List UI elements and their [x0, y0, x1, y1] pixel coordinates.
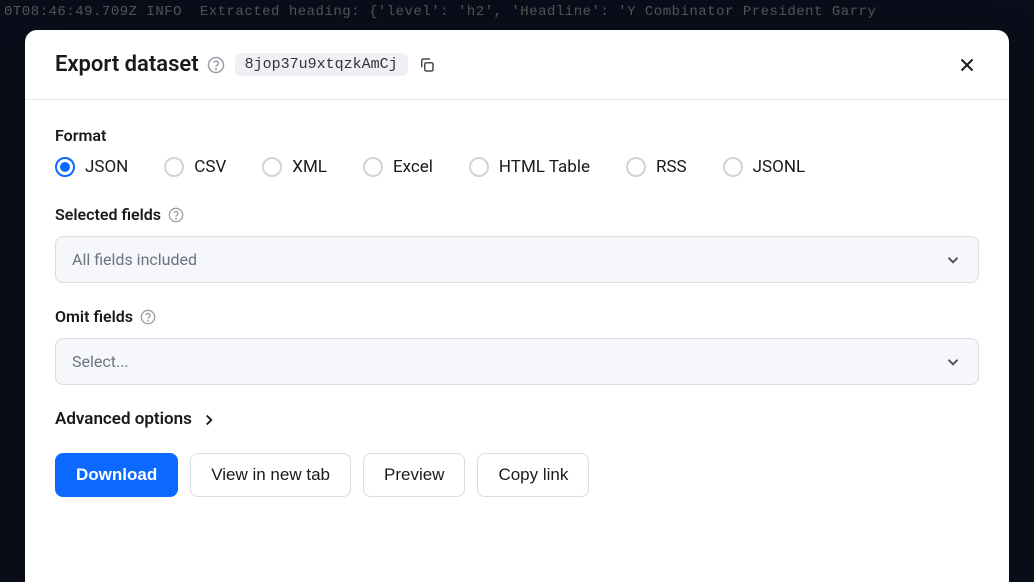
radio-circle-icon	[469, 157, 489, 177]
modal-header: Export dataset 8jop37u9xtqzkAmCj	[25, 30, 1009, 100]
radio-circle-icon	[262, 157, 282, 177]
help-icon[interactable]	[139, 308, 157, 326]
radio-jsonl[interactable]: JSONL	[723, 157, 805, 177]
radio-circle-icon	[626, 157, 646, 177]
copy-icon[interactable]	[418, 56, 436, 74]
export-dataset-modal: Export dataset 8jop37u9xtqzkAmCj Format	[25, 30, 1009, 582]
download-button[interactable]: Download	[55, 453, 178, 497]
radio-excel[interactable]: Excel	[363, 157, 433, 177]
radio-xml[interactable]: XML	[262, 157, 327, 177]
select-placeholder: Select...	[72, 352, 129, 371]
radio-label: HTML Table	[499, 157, 590, 177]
radio-label: JSON	[85, 157, 128, 177]
radio-label: JSONL	[753, 157, 805, 177]
advanced-options-label: Advanced options	[55, 409, 192, 429]
modal-title: Export dataset	[55, 52, 199, 77]
dataset-id: 8jop37u9xtqzkAmCj	[235, 53, 408, 76]
radio-label: RSS	[656, 157, 687, 177]
button-row: Download View in new tab Preview Copy li…	[55, 453, 979, 497]
radio-rss[interactable]: RSS	[626, 157, 687, 177]
modal-body: Format JSON CSV XML Excel HTML Table	[25, 100, 1009, 527]
format-label: Format	[55, 126, 979, 145]
radio-circle-icon	[723, 157, 743, 177]
omit-fields-label: Omit fields	[55, 307, 979, 326]
radio-circle-icon	[363, 157, 383, 177]
format-radio-group: JSON CSV XML Excel HTML Table RSS	[55, 157, 979, 177]
select-placeholder: All fields included	[72, 250, 197, 269]
preview-button[interactable]: Preview	[363, 453, 465, 497]
selected-fields-select[interactable]: All fields included	[55, 236, 979, 283]
advanced-options-toggle[interactable]: Advanced options	[55, 409, 979, 429]
radio-circle-icon	[164, 157, 184, 177]
omit-fields-select[interactable]: Select...	[55, 338, 979, 385]
help-icon[interactable]	[207, 56, 225, 74]
chevron-down-icon	[944, 353, 962, 371]
radio-csv[interactable]: CSV	[164, 157, 226, 177]
chevron-right-icon	[200, 411, 216, 427]
selected-fields-label: Selected fields	[55, 205, 979, 224]
radio-html-table[interactable]: HTML Table	[469, 157, 590, 177]
copy-link-button[interactable]: Copy link	[477, 453, 589, 497]
radio-circle-icon	[55, 157, 75, 177]
radio-json[interactable]: JSON	[55, 157, 128, 177]
radio-label: CSV	[194, 157, 226, 177]
radio-label: XML	[292, 157, 327, 177]
view-in-new-tab-button[interactable]: View in new tab	[190, 453, 351, 497]
help-icon[interactable]	[167, 206, 185, 224]
chevron-down-icon	[944, 251, 962, 269]
close-icon[interactable]	[955, 53, 979, 77]
radio-label: Excel	[393, 157, 433, 177]
